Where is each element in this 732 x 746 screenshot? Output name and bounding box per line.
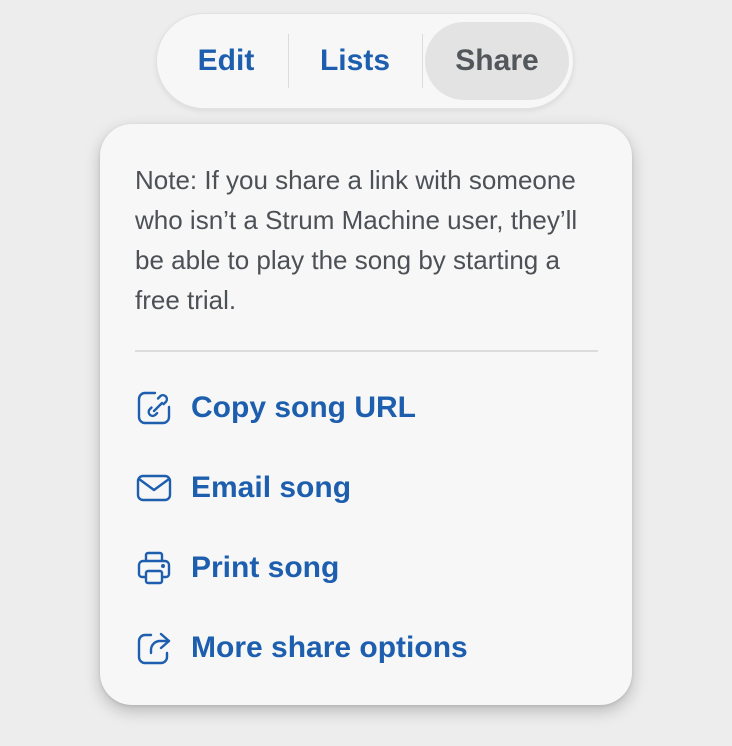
copy-song-url-label: Copy song URL xyxy=(191,391,416,424)
email-song-button[interactable]: Email song xyxy=(135,462,595,514)
more-share-options-button[interactable]: More share options xyxy=(135,622,595,674)
menu-divider xyxy=(135,350,598,352)
envelope-icon xyxy=(135,469,173,507)
copy-link-icon xyxy=(135,389,173,427)
view-mode-tabs: Edit Lists Share xyxy=(156,13,574,109)
share-menu-panel: Note: If you share a link with someone w… xyxy=(100,124,632,705)
print-song-label: Print song xyxy=(191,551,340,584)
email-song-label: Email song xyxy=(191,471,352,504)
tab-divider xyxy=(288,34,289,88)
tab-edit[interactable]: Edit xyxy=(177,14,275,108)
share-note: Note: If you share a link with someone w… xyxy=(135,165,578,315)
share-arrow-icon xyxy=(135,629,173,667)
tab-share[interactable]: Share xyxy=(425,22,569,100)
print-song-button[interactable]: Print song xyxy=(135,542,595,594)
tab-lists[interactable]: Lists xyxy=(291,14,419,108)
more-share-options-label: More share options xyxy=(191,631,468,664)
tab-divider xyxy=(422,34,423,88)
copy-song-url-button[interactable]: Copy song URL xyxy=(135,382,595,434)
printer-icon xyxy=(135,549,173,587)
